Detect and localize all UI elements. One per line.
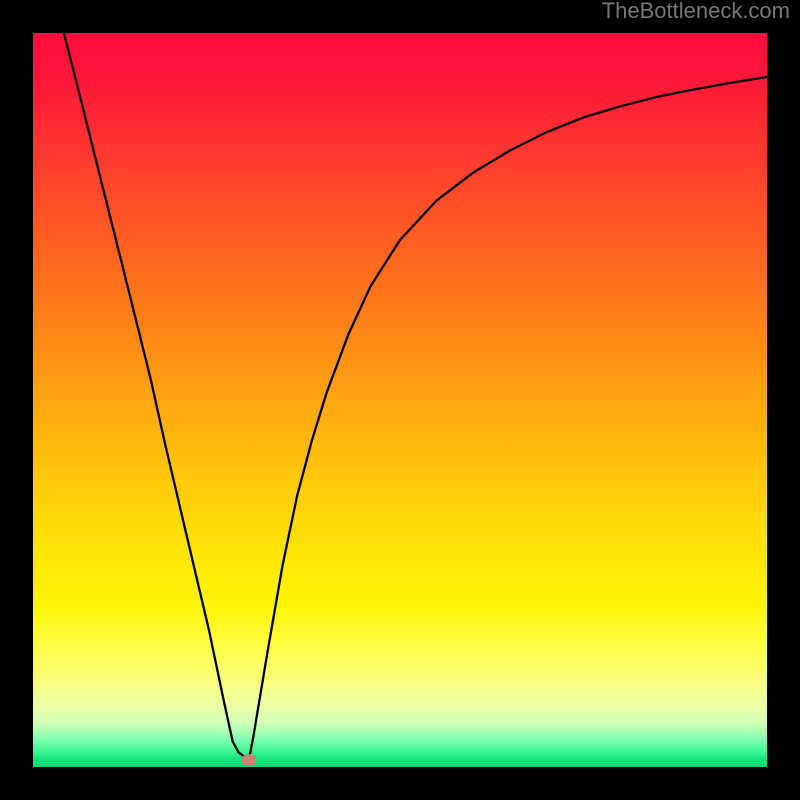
optimal-point-marker	[241, 754, 256, 766]
bottleneck-curve	[64, 33, 767, 760]
chart-frame: TheBottleneck.com	[0, 0, 800, 800]
watermark-text: TheBottleneck.com	[602, 0, 790, 24]
plot-area	[33, 33, 767, 767]
curve-svg	[33, 33, 767, 767]
